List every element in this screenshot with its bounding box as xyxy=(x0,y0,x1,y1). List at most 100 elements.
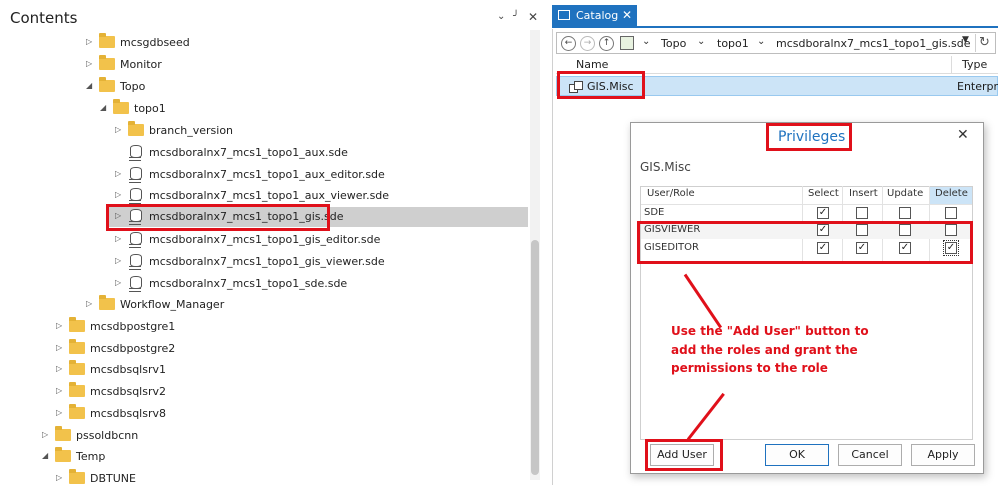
scrollbar-thumb[interactable] xyxy=(531,240,539,475)
tree-item-pssoldbcnn[interactable]: ▷ pssoldbcnn xyxy=(0,426,528,446)
checkbox-update[interactable] xyxy=(899,207,911,219)
tree-item-label: DBTUNE xyxy=(90,472,136,485)
folder-icon xyxy=(99,295,115,310)
tree-item-mcsdbpostgre2[interactable]: ▷ mcsdbpostgre2 xyxy=(0,339,528,359)
tree-item-topo1-gis-viewer-sde[interactable]: ▷ mcsdboralnx7_mcs1_topo1_gis_viewer.sde xyxy=(0,252,528,272)
tree-item-mcsdbsqlsrv8[interactable]: ▷ mcsdbsqlsrv8 xyxy=(0,404,528,424)
pin-icon[interactable]: ╯ xyxy=(513,11,519,22)
highlight-box-gis-misc xyxy=(557,71,645,99)
tree-item-topo1-sde-sde[interactable]: ▷ mcsdboralnx7_mcs1_topo1_sde.sde xyxy=(0,274,528,294)
checkbox-insert[interactable] xyxy=(856,207,868,219)
header-delete[interactable]: Delete xyxy=(935,188,968,205)
object-name: GIS.Misc xyxy=(640,160,691,174)
breadcrumb-topo1[interactable]: topo1 xyxy=(717,37,749,50)
up-icon[interactable]: ↑ xyxy=(599,36,614,51)
expand-arrow-icon[interactable]: ▷ xyxy=(56,321,64,331)
refresh-icon[interactable]: ↻ xyxy=(979,35,990,50)
expand-arrow-icon[interactable]: ▷ xyxy=(115,256,123,266)
breadcrumb-topo[interactable]: Topo xyxy=(661,37,686,50)
dropdown-arrow-icon[interactable]: ▼ xyxy=(962,35,969,45)
expand-arrow-icon[interactable]: ▷ xyxy=(56,386,64,396)
expand-arrow-icon[interactable]: ▷ xyxy=(42,430,50,440)
expand-arrow-icon[interactable]: ▷ xyxy=(115,190,123,200)
tree-item-mcsgdbseed[interactable]: ▷ mcsgdbseed xyxy=(0,33,528,53)
tree-item-label: branch_version xyxy=(149,124,234,137)
header-user-role[interactable]: User/Role xyxy=(647,188,695,205)
database-connection-icon xyxy=(129,254,142,270)
tree-item-topo1-aux-viewer-sde[interactable]: ▷ mcsdboralnx7_mcs1_topo1_aux_viewer.sde xyxy=(0,186,528,206)
database-connection-icon xyxy=(129,232,142,248)
tree-item-mcsdbsqlsrv1[interactable]: ▷ mcsdbsqlsrv1 xyxy=(0,360,528,380)
tree-item-label: mcsdbsqlsrv8 xyxy=(90,407,166,420)
database-connection-icon xyxy=(129,188,142,204)
close-icon[interactable]: ✕ xyxy=(528,10,538,24)
expand-arrow-icon[interactable]: ▷ xyxy=(56,364,64,374)
tree-item-topo1-aux-editor-sde[interactable]: ▷ mcsdboralnx7_mcs1_topo1_aux_editor.sde xyxy=(0,165,528,185)
tree-item-mcsdbpostgre1[interactable]: ▷ mcsdbpostgre1 xyxy=(0,317,528,337)
expand-arrow-icon[interactable]: ▷ xyxy=(115,234,123,244)
chevron-down-icon[interactable]: ⌄ xyxy=(697,36,705,47)
tab-catalog[interactable]: Catalog ✕ xyxy=(552,5,637,27)
checkbox-delete[interactable] xyxy=(945,207,957,219)
header-insert[interactable]: Insert xyxy=(849,188,878,205)
collapse-arrow-icon[interactable]: ◢ xyxy=(86,81,94,91)
back-icon[interactable]: ← xyxy=(561,36,576,51)
annotation-line-1: Use the "Add User" button to xyxy=(671,324,869,338)
checkbox-select[interactable]: ✓ xyxy=(817,207,829,219)
folder-icon xyxy=(69,360,85,375)
folder-icon xyxy=(69,339,85,354)
database-connection-icon xyxy=(129,145,142,161)
apply-button[interactable]: Apply xyxy=(911,444,975,466)
expand-arrow-icon[interactable]: ▷ xyxy=(56,473,64,483)
folder-icon xyxy=(69,404,85,419)
cancel-button[interactable]: Cancel xyxy=(838,444,902,466)
column-header-name[interactable]: Name xyxy=(576,58,608,71)
address-bar[interactable]: ← → ↑ ⌄ Topo ⌄ topo1 ⌄ mcsdboralnx7_mcs1… xyxy=(556,32,996,54)
divider xyxy=(975,34,976,52)
tree-item-branch-version[interactable]: ▷ branch_version xyxy=(0,121,528,141)
column-divider[interactable] xyxy=(951,56,952,74)
close-icon[interactable]: ✕ xyxy=(957,127,969,143)
ok-button[interactable]: OK xyxy=(765,444,829,466)
header-select[interactable]: Select xyxy=(808,188,839,205)
tree-item-temp[interactable]: ◢ Temp xyxy=(0,447,528,467)
tree-item-label: Workflow_Manager xyxy=(120,298,225,311)
tree-item-topo1[interactable]: ◢ topo1 xyxy=(0,99,528,119)
pane-options-chevron-icon[interactable]: ⌄ xyxy=(497,11,505,22)
tree-item-dbtune[interactable]: ▷ DBTUNE xyxy=(0,469,528,489)
expand-arrow-icon[interactable]: ▷ xyxy=(115,169,123,179)
tree-item-topo[interactable]: ◢ Topo xyxy=(0,77,528,97)
close-tab-icon[interactable]: ✕ xyxy=(622,8,632,22)
chevron-down-icon[interactable]: ⌄ xyxy=(757,36,765,47)
expand-arrow-icon[interactable]: ▷ xyxy=(86,59,94,69)
tree-item-monitor[interactable]: ▷ Monitor xyxy=(0,55,528,75)
expand-arrow-icon[interactable]: ▷ xyxy=(115,125,123,135)
catalog-row-type: Enterpris xyxy=(957,80,998,93)
tree-item-label: mcsdboralnx7_mcs1_topo1_gis_editor.sde xyxy=(149,233,381,246)
forward-icon[interactable]: → xyxy=(580,36,595,51)
tree-item-workflow-manager[interactable]: ▷ Workflow_Manager xyxy=(0,295,528,315)
expand-arrow-icon[interactable]: ▷ xyxy=(56,408,64,418)
role-name: SDE xyxy=(644,207,665,218)
folder-icon xyxy=(69,317,85,332)
expand-arrow-icon[interactable]: ▷ xyxy=(56,343,64,353)
tree-item-topo1-gis-editor-sde[interactable]: ▷ mcsdboralnx7_mcs1_topo1_gis_editor.sde xyxy=(0,230,528,250)
column-header-type[interactable]: Type xyxy=(962,58,987,71)
expand-arrow-icon[interactable]: ▷ xyxy=(86,299,94,309)
tree-item-label: topo1 xyxy=(134,102,166,115)
collapse-arrow-icon[interactable]: ◢ xyxy=(100,103,108,113)
tree-item-mcsdbsqlsrv2[interactable]: ▷ mcsdbsqlsrv2 xyxy=(0,382,528,402)
contents-title: Contents xyxy=(10,9,78,27)
collapse-arrow-icon[interactable]: ◢ xyxy=(42,451,50,461)
annotation-line-3: permissions to the role xyxy=(671,361,828,375)
grid-row-sde[interactable]: SDE ✓ xyxy=(641,205,972,222)
tree-item-topo1-aux-sde[interactable]: mcsdboralnx7_mcs1_topo1_aux.sde xyxy=(0,143,528,163)
header-update[interactable]: Update xyxy=(887,188,923,205)
expand-arrow-icon[interactable]: ▷ xyxy=(86,37,94,47)
tree-item-label: pssoldbcnn xyxy=(76,429,139,442)
folder-icon xyxy=(99,33,115,48)
expand-arrow-icon[interactable]: ▷ xyxy=(115,278,123,288)
chevron-down-icon[interactable]: ⌄ xyxy=(642,36,650,47)
breadcrumb-connection[interactable]: mcsdboralnx7_mcs1_topo1_gis.sde xyxy=(776,37,970,50)
tree-item-label: mcsdbpostgre2 xyxy=(90,342,176,355)
